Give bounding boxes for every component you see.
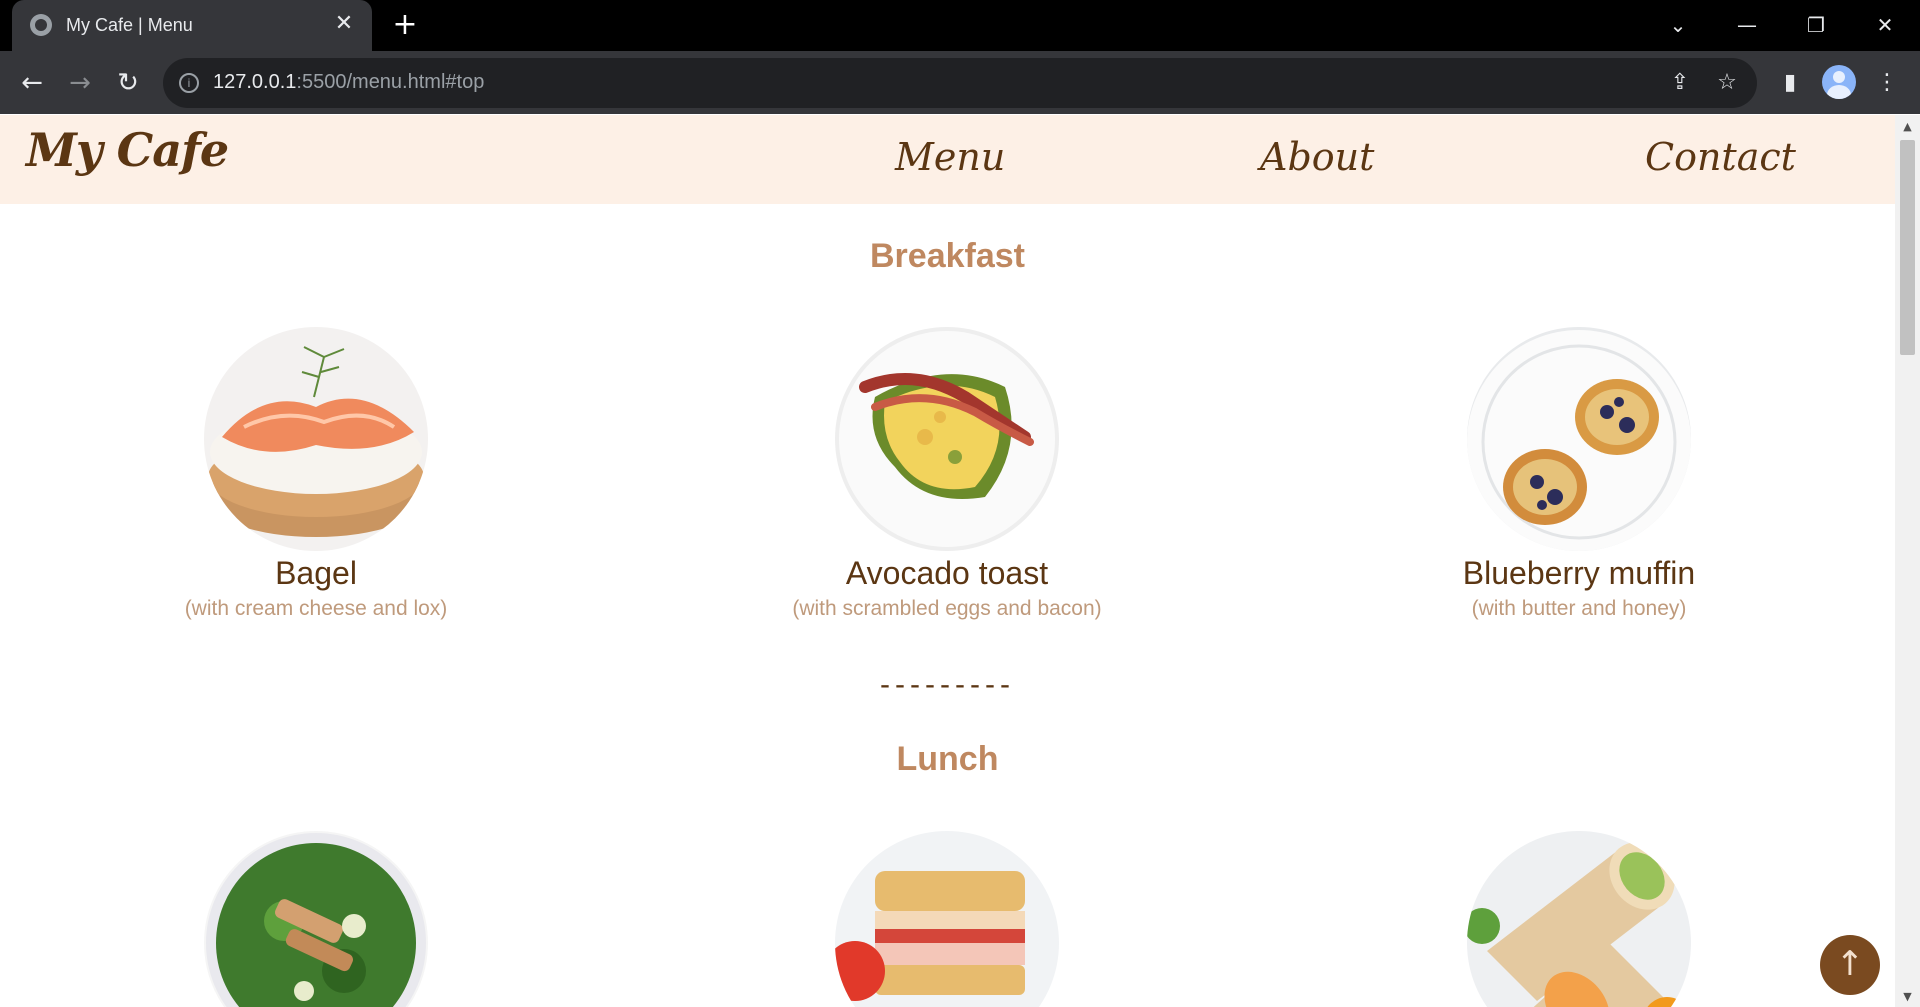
new-tab-button[interactable]: + bbox=[390, 10, 420, 40]
site-logo[interactable]: My Cafe bbox=[26, 123, 229, 177]
tab-search-icon[interactable]: ⌄ bbox=[1658, 10, 1698, 40]
url-text: 127.0.0.1:5500/menu.html#top bbox=[213, 71, 484, 94]
menu-item: Avocado toast (with scrambled eggs and b… bbox=[667, 327, 1227, 623]
url-host: 127.0.0.1 bbox=[213, 71, 297, 93]
profile-icon[interactable] bbox=[1822, 65, 1856, 99]
nav-link-contact[interactable]: Contact bbox=[1645, 135, 1796, 179]
page-viewport: My Cafe Menu About Contact Breakfast Bag… bbox=[0, 115, 1895, 1007]
back-to-top-button[interactable]: ↑ bbox=[1820, 935, 1880, 995]
share-icon[interactable]: ⇪ bbox=[1666, 69, 1694, 97]
menu-item bbox=[36, 831, 596, 1007]
nav-link-menu[interactable]: Menu bbox=[895, 135, 1005, 179]
url-path: :5500/menu.html#top bbox=[296, 71, 485, 93]
item-name: Bagel bbox=[275, 555, 357, 591]
avocado-toast-photo bbox=[835, 327, 1059, 551]
back-arrow-icon[interactable]: ← bbox=[14, 65, 50, 101]
section-divider: --------- bbox=[880, 668, 1015, 701]
item-description: (with butter and honey) bbox=[1471, 597, 1687, 620]
tab-strip: My Cafe | Menu ✕ + ⌄ — ❐ ✕ bbox=[0, 0, 1920, 51]
star-icon[interactable]: ☆ bbox=[1713, 69, 1741, 97]
info-icon[interactable]: i bbox=[179, 73, 199, 93]
close-icon[interactable]: ✕ bbox=[332, 10, 356, 38]
browser-toolbar: ← → ↻ i 127.0.0.1:5500/menu.html#top ⇪ ☆… bbox=[0, 51, 1920, 114]
menu-item: Bagel (with cream cheese and lox) bbox=[36, 327, 596, 623]
sidepanel-icon[interactable]: ▮ bbox=[1775, 68, 1805, 98]
breakfast-title: Breakfast bbox=[870, 237, 1025, 275]
item-description: (with scrambled eggs and bacon) bbox=[792, 597, 1102, 620]
profile-head bbox=[1833, 71, 1845, 83]
menu-item bbox=[667, 831, 1227, 1007]
scroll-down-icon[interactable]: ▼ bbox=[1895, 987, 1920, 1007]
tab-title: My Cafe | Menu bbox=[66, 15, 193, 35]
page-scrollbar[interactable]: ▲ ▼ bbox=[1895, 115, 1920, 1007]
bagel-photo bbox=[204, 327, 428, 551]
item-description: (with cream cheese and lox) bbox=[184, 597, 448, 620]
menu-item: Blueberry muffin (with butter and honey) bbox=[1299, 327, 1859, 623]
nav-link-about[interactable]: About bbox=[1260, 135, 1374, 179]
wrap-photo bbox=[1467, 831, 1691, 1007]
sandwich-photo bbox=[835, 831, 1059, 1007]
item-name: Avocado toast bbox=[845, 555, 1049, 591]
window-close-button[interactable]: ✕ bbox=[1865, 10, 1905, 40]
reload-icon[interactable]: ↻ bbox=[110, 65, 146, 101]
minimize-button[interactable]: — bbox=[1727, 10, 1767, 40]
profile-body bbox=[1827, 85, 1851, 99]
kebab-menu-icon[interactable]: ⋮ bbox=[1872, 68, 1902, 98]
lunch-title: Lunch bbox=[896, 740, 999, 778]
globe-icon bbox=[30, 14, 52, 36]
menu-item bbox=[1299, 831, 1859, 1007]
scroll-up-icon[interactable]: ▲ bbox=[1895, 117, 1920, 137]
browser-tab[interactable]: My Cafe | Menu ✕ bbox=[12, 0, 372, 51]
site-header: My Cafe Menu About Contact bbox=[0, 115, 1895, 204]
forward-arrow-icon[interactable]: → bbox=[62, 65, 98, 101]
salad-photo bbox=[204, 831, 428, 1007]
blueberry-muffin-photo bbox=[1467, 327, 1691, 551]
restore-button[interactable]: ❐ bbox=[1796, 10, 1836, 40]
scroll-thumb[interactable] bbox=[1900, 140, 1915, 355]
address-bar[interactable]: i 127.0.0.1:5500/menu.html#top ⇪ ☆ bbox=[163, 58, 1757, 108]
item-name: Blueberry muffin bbox=[1462, 555, 1696, 591]
